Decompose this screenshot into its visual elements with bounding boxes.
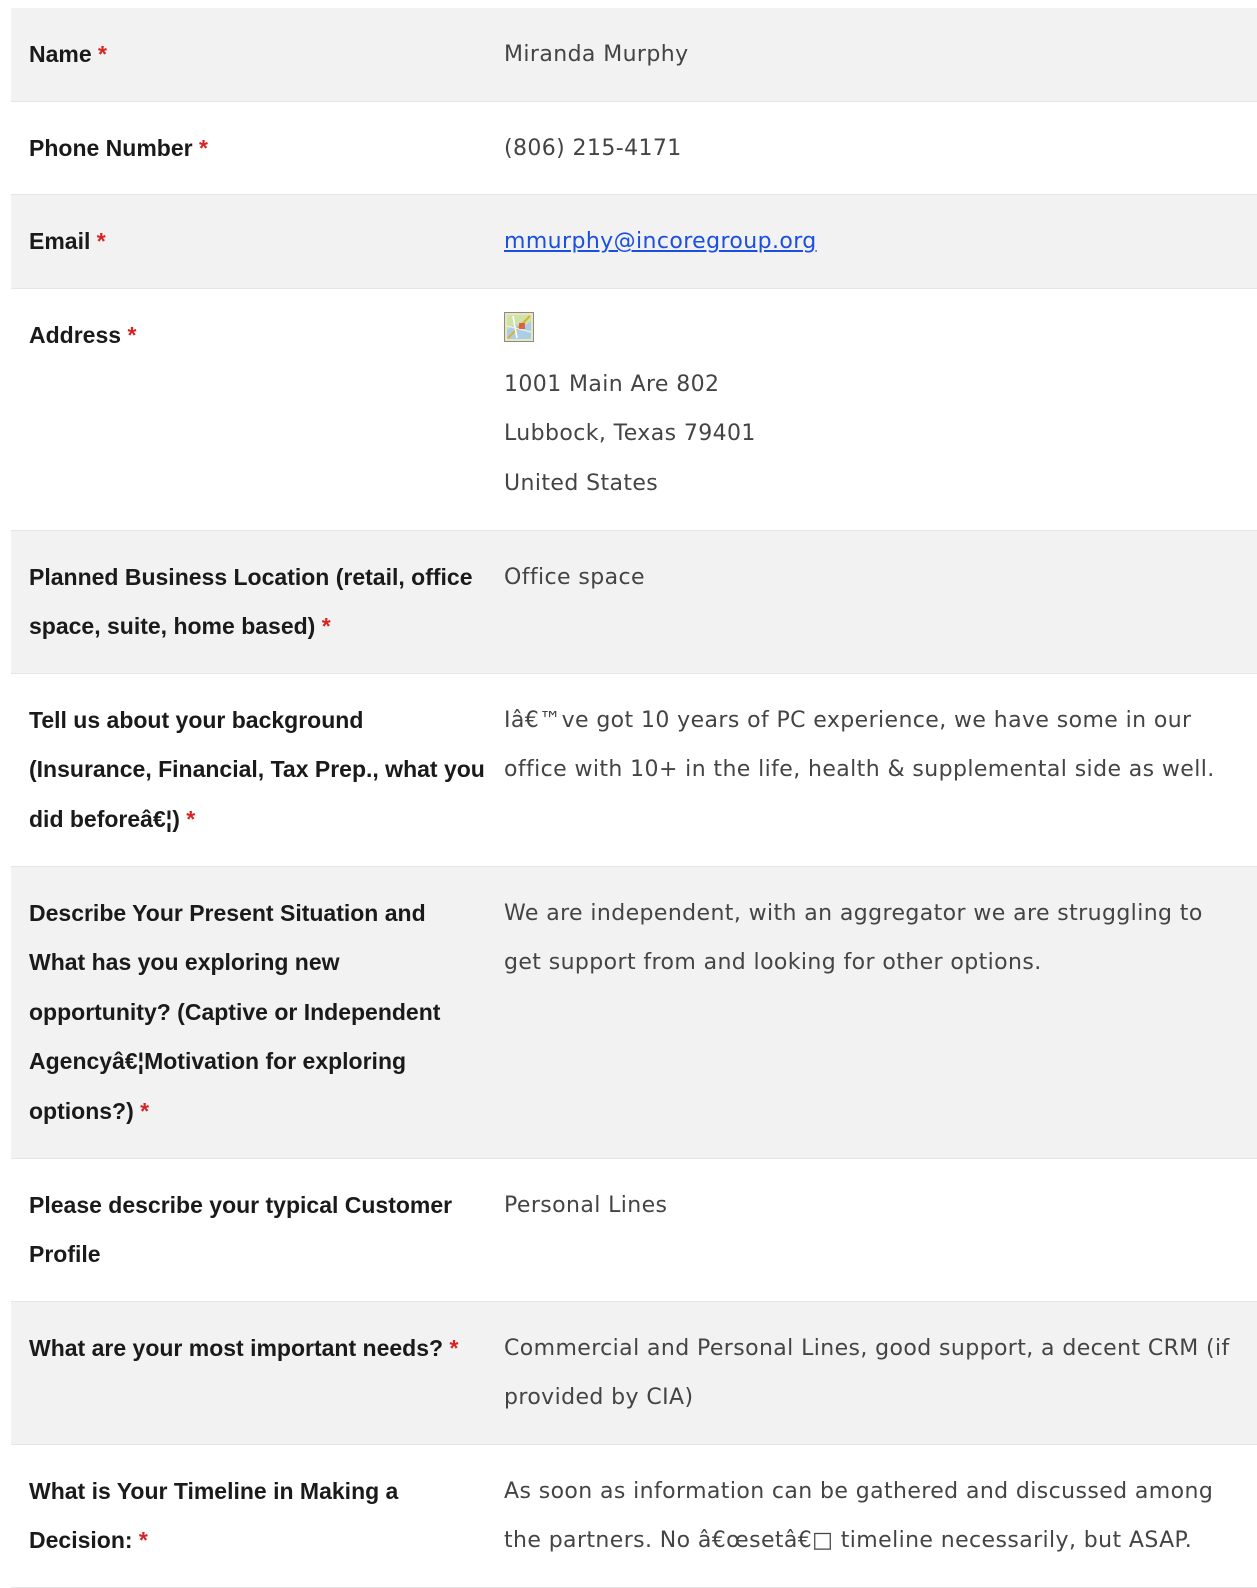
field-value: Office space [504,564,645,590]
email-link[interactable]: mmurphy@incoregroup.org [504,229,817,254]
required-asterisk: * [186,805,196,832]
row-phone-number: Phone Number * (806) 215-4171 [11,101,1257,195]
field-value: Iâ€™ve got 10 years of PC experience, we… [504,707,1215,783]
field-label: What are your most important needs? * [29,1334,459,1361]
map-icon[interactable] [504,311,534,342]
field-value: As soon as information can be gathered a… [504,1478,1214,1554]
required-asterisk: * [138,1527,148,1554]
row-timeline: What is Your Timeline in Making a Decisi… [11,1444,1257,1588]
row-present-situation: Describe Your Present Situation and What… [11,866,1257,1158]
entry-table: Name * Miranda Murphy Phone Number * (80… [11,8,1257,1588]
field-value: (806) 215-4171 [504,135,682,161]
required-asterisk: * [321,613,331,640]
field-label: Planned Business Location (retail, offic… [29,563,473,640]
field-label: Address * [29,321,137,348]
field-value: We are independent, with an aggregator w… [504,900,1203,976]
field-value: mmurphy@incoregroup.org [493,195,1257,289]
required-asterisk: * [96,228,106,255]
form-entry-details: Name * Miranda Murphy Phone Number * (80… [11,8,1257,1588]
row-email: Email * mmurphy@incoregroup.org [11,194,1257,289]
row-planned-business-location: Planned Business Location (retail, offic… [11,530,1257,674]
field-label: What is Your Timeline in Making a Decisi… [29,1477,399,1554]
required-asterisk: * [98,41,107,67]
field-value: Personal Lines [504,1192,668,1218]
field-value: Commercial and Personal Lines, good supp… [504,1335,1230,1411]
field-label: Name * [29,41,107,67]
row-background: Tell us about your background (Insurance… [11,673,1257,867]
field-value: 1001 Main Are 802 Lubbock, Texas 79401 U… [493,288,1257,530]
row-customer-profile: Please describe your typical Customer Pr… [11,1158,1257,1302]
address-line: United States [504,470,659,496]
required-asterisk: * [127,321,137,348]
row-address: Address * 1001 Main Are 802 Lubbock, Tex… [11,288,1257,531]
required-asterisk: * [449,1334,459,1361]
field-label: Describe Your Present Situation and What… [29,899,441,1124]
required-asterisk: * [198,134,208,161]
address-line: 1001 Main Are 802 [504,371,720,397]
field-value: Miranda Murphy [504,42,689,67]
field-label: Email * [29,228,106,255]
required-asterisk: * [140,1097,150,1124]
field-label: Tell us about your background (Insurance… [29,706,485,832]
field-label: Phone Number * [29,134,208,161]
address-line: Lubbock, Texas 79401 [504,421,756,447]
field-label: Please describe your typical Customer Pr… [29,1191,453,1268]
row-name: Name * Miranda Murphy [11,8,1257,102]
row-important-needs: What are your most important needs? * Co… [11,1301,1257,1445]
